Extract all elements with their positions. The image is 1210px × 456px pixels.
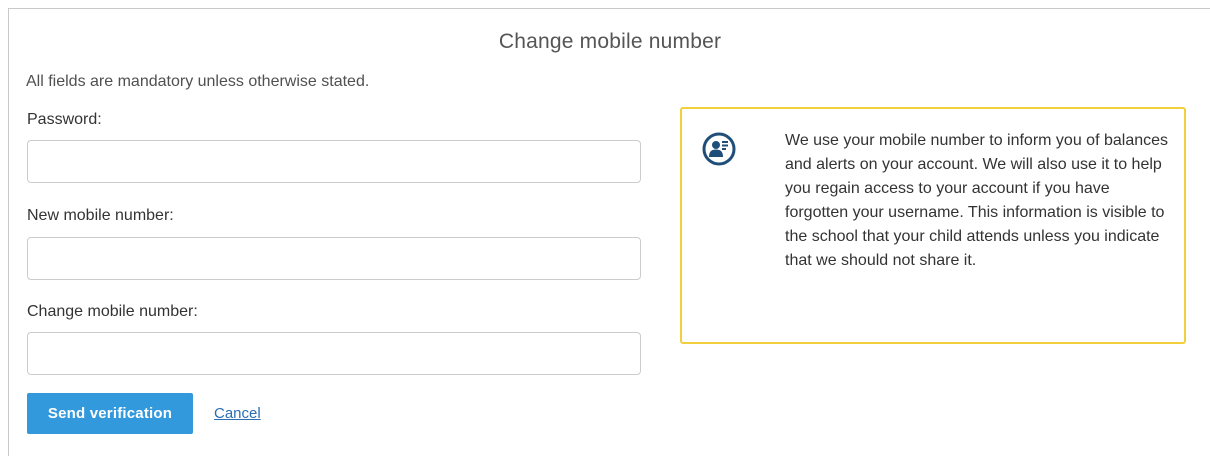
password-input[interactable] xyxy=(27,140,641,183)
change-mobile-panel: Change mobile number All fields are mand… xyxy=(8,8,1210,456)
info-box: We use your mobile number to inform you … xyxy=(680,107,1186,344)
password-label: Password: xyxy=(27,111,102,128)
confirm-mobile-label: Change mobile number: xyxy=(27,303,198,320)
new-mobile-input[interactable] xyxy=(27,237,641,280)
mandatory-note: All fields are mandatory unless otherwis… xyxy=(26,73,370,90)
send-verification-button[interactable]: Send verification xyxy=(27,393,193,434)
confirm-mobile-input[interactable] xyxy=(27,332,641,375)
new-mobile-label: New mobile number: xyxy=(27,207,174,224)
cancel-link[interactable]: Cancel xyxy=(214,405,261,422)
info-text: We use your mobile number to inform you … xyxy=(785,132,1169,269)
page-title: Change mobile number xyxy=(498,30,722,53)
user-info-icon xyxy=(702,132,736,166)
